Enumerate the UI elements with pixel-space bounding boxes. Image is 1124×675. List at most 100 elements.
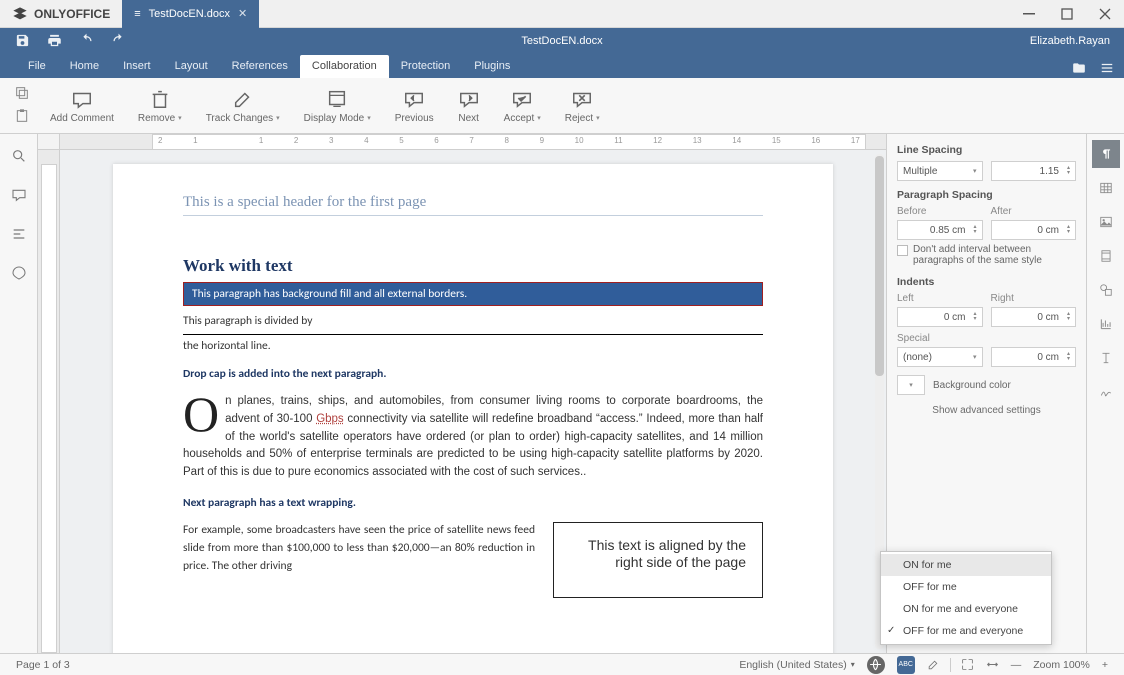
- page-indicator[interactable]: Page 1 of 3: [10, 659, 76, 671]
- spinner-icon[interactable]: ▴▾: [973, 225, 976, 235]
- background-color-label: Background color: [933, 380, 1011, 391]
- left-sidebar: [0, 134, 38, 653]
- special-indent-select[interactable]: (none)▾: [897, 347, 983, 367]
- save-button[interactable]: [6, 29, 38, 53]
- spacing-after-input[interactable]: 0 cm▴▾: [991, 220, 1077, 240]
- dont-add-interval-checkbox[interactable]: Don't add interval between paragraphs of…: [897, 244, 1076, 266]
- chart-icon[interactable]: [1092, 310, 1120, 338]
- tab-plugins[interactable]: Plugins: [462, 55, 522, 78]
- print-button[interactable]: [38, 29, 70, 53]
- user-name[interactable]: Elizabeth.Rayan: [1030, 35, 1124, 47]
- main-tab-strip: File Home Insert Layout References Colla…: [0, 53, 1124, 78]
- spinner-icon[interactable]: ▴▾: [1067, 312, 1070, 322]
- window-controls: [1010, 0, 1124, 28]
- track-changes-menu: ON for me OFF for me ON for me and every…: [880, 551, 1052, 645]
- menu-off-for-everyone[interactable]: OFF for me and everyone: [881, 620, 1051, 642]
- feedback-icon[interactable]: [11, 265, 27, 284]
- tab-file[interactable]: File: [16, 55, 58, 78]
- header-footer-icon[interactable]: [1092, 242, 1120, 270]
- chevron-down-icon: ▾: [276, 114, 280, 122]
- aligned-text-box: This text is aligned by the right side o…: [553, 522, 763, 598]
- app-name: ONLYOFFICE: [34, 7, 110, 21]
- reject-button[interactable]: Reject▾: [555, 86, 610, 126]
- paragraph-spacing-label: Paragraph Spacing: [897, 189, 1076, 201]
- track-changes-toggle[interactable]: [921, 658, 946, 671]
- textart-icon[interactable]: [1092, 344, 1120, 372]
- document-canvas[interactable]: 211234567891011121314151617 This is a sp…: [38, 134, 886, 653]
- track-changes-button[interactable]: Track Changes▾: [196, 86, 290, 126]
- search-icon[interactable]: [11, 148, 27, 167]
- document-tab[interactable]: ≡ TestDocEN.docx ✕: [122, 0, 259, 28]
- chevron-down-icon: ▾: [537, 114, 541, 122]
- tab-insert[interactable]: Insert: [111, 55, 163, 78]
- copy-icon[interactable]: [14, 85, 30, 104]
- paragraph-icon[interactable]: [1092, 140, 1120, 168]
- open-location-icon[interactable]: [1072, 61, 1086, 78]
- shape-icon[interactable]: [1092, 276, 1120, 304]
- indent-left-input[interactable]: 0 cm▴▾: [897, 307, 983, 327]
- document-page[interactable]: This is a special header for the first p…: [113, 164, 833, 653]
- undo-button[interactable]: [70, 29, 102, 53]
- tab-protection[interactable]: Protection: [389, 55, 463, 78]
- add-comment-button[interactable]: Add Comment: [40, 86, 124, 126]
- line-spacing-label: Line Spacing: [897, 144, 1076, 156]
- fit-width-icon[interactable]: [980, 658, 1005, 671]
- spinner-icon[interactable]: ▴▾: [1067, 225, 1070, 235]
- indent-right-label: Right: [991, 293, 1077, 304]
- close-window-button[interactable]: [1086, 0, 1124, 28]
- spinner-icon[interactable]: ▴▾: [1067, 166, 1070, 176]
- line-spacing-value-input[interactable]: 1.15▴▾: [991, 161, 1077, 181]
- tab-collaboration[interactable]: Collaboration: [300, 55, 389, 78]
- zoom-in-button[interactable]: +: [1096, 659, 1114, 671]
- spinner-icon[interactable]: ▴▾: [973, 312, 976, 322]
- ruler-corner: [38, 134, 60, 150]
- scrollbar-thumb[interactable]: [875, 156, 884, 376]
- vertical-ruler[interactable]: [38, 150, 60, 653]
- minimize-button[interactable]: [1010, 0, 1048, 28]
- special-indent-value[interactable]: 0 cm▴▾: [991, 347, 1077, 367]
- previous-button[interactable]: Previous: [385, 86, 444, 126]
- spacing-before-input[interactable]: 0.85 cm▴▾: [897, 220, 983, 240]
- chevron-down-icon: ▾: [367, 114, 371, 122]
- remove-button[interactable]: Remove▾: [128, 86, 192, 126]
- language-selector[interactable]: English (United States) ▾: [733, 659, 860, 671]
- background-color-picker[interactable]: ▾: [897, 375, 925, 395]
- spellcheck-icon[interactable]: [867, 656, 885, 674]
- comments-icon[interactable]: [11, 187, 27, 206]
- spellcheck-word: Gbps: [316, 413, 344, 425]
- tab-layout[interactable]: Layout: [163, 55, 220, 78]
- menu-on-for-everyone[interactable]: ON for me and everyone: [881, 598, 1051, 620]
- maximize-button[interactable]: [1048, 0, 1086, 28]
- tab-references[interactable]: References: [220, 55, 300, 78]
- image-icon[interactable]: [1092, 208, 1120, 236]
- table-icon[interactable]: [1092, 174, 1120, 202]
- menu-on-for-me[interactable]: ON for me: [881, 554, 1051, 576]
- fit-page-icon[interactable]: [955, 658, 980, 671]
- tab-home[interactable]: Home: [58, 55, 111, 78]
- menu-off-for-me[interactable]: OFF for me: [881, 576, 1051, 598]
- next-button[interactable]: Next: [448, 86, 490, 126]
- zoom-out-button[interactable]: —: [1005, 659, 1028, 671]
- zoom-level[interactable]: Zoom 100%: [1027, 659, 1096, 671]
- dropcap-heading: Drop cap is added into the next paragrap…: [183, 367, 763, 381]
- abc-icon[interactable]: ABC: [897, 656, 915, 674]
- dropcap-letter: O: [183, 393, 225, 435]
- headings-icon[interactable]: [11, 226, 27, 245]
- right-toolbar: [1086, 134, 1124, 653]
- close-tab-icon[interactable]: ✕: [238, 7, 247, 20]
- wrap-heading: Next paragraph has a text wrapping.: [183, 496, 763, 510]
- horizontal-ruler[interactable]: 211234567891011121314151617: [60, 134, 886, 150]
- indent-right-input[interactable]: 0 cm▴▾: [991, 307, 1077, 327]
- display-mode-button[interactable]: Display Mode▾: [294, 86, 381, 126]
- signature-icon[interactable]: [1092, 378, 1120, 406]
- paste-icon[interactable]: [14, 108, 30, 127]
- dropcap-paragraph: O n planes, trains, ships, and automobil…: [183, 393, 763, 482]
- document-title: TestDocEN.docx: [521, 35, 602, 47]
- advanced-settings-link[interactable]: Show advanced settings: [897, 405, 1076, 416]
- spinner-icon[interactable]: ▴▾: [1067, 352, 1070, 362]
- accept-button[interactable]: Accept▾: [494, 86, 551, 126]
- heading-work-with-text: Work with text: [183, 256, 763, 276]
- view-settings-icon[interactable]: [1100, 61, 1114, 78]
- redo-button[interactable]: [102, 29, 134, 53]
- line-spacing-mode-select[interactable]: Multiple▾: [897, 161, 983, 181]
